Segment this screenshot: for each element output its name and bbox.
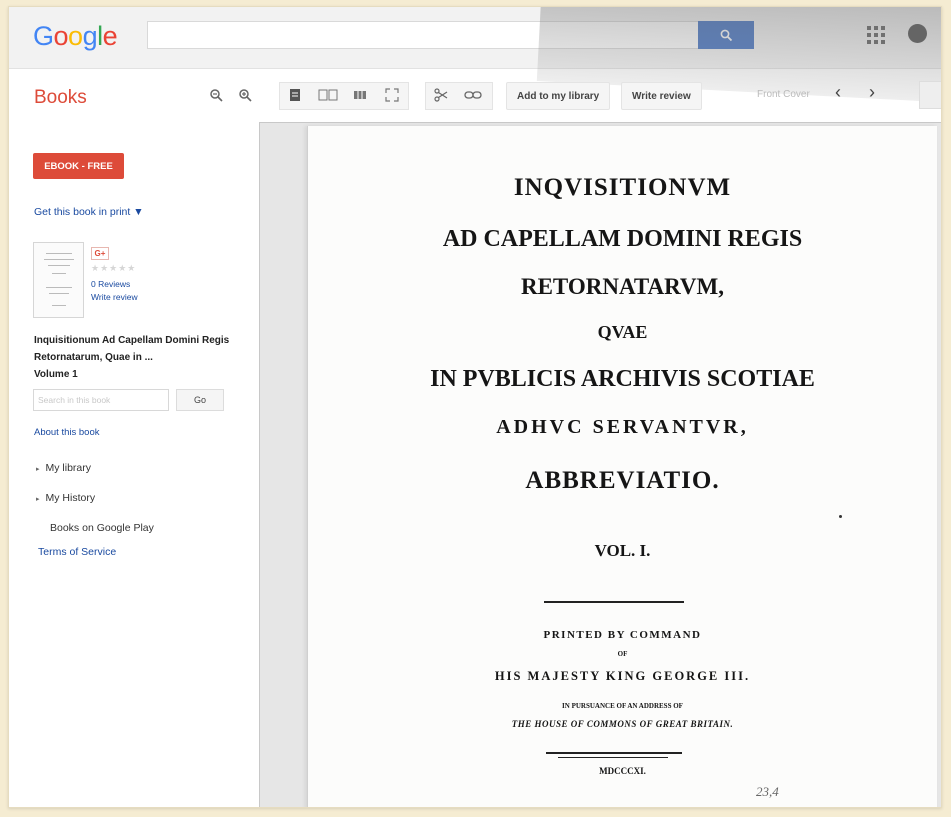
- page-title-line: INQVISITIONVM: [513, 174, 732, 201]
- logo-letter: g: [82, 21, 98, 51]
- page-title-line: AD CAPELLAM DOMINI REGIS: [442, 226, 803, 252]
- about-book-link[interactable]: About this book: [34, 427, 100, 438]
- date-line: MDCCCXI.: [599, 766, 646, 776]
- page-title-line: ABBREVIATIO.: [525, 467, 720, 494]
- page-rule: [558, 757, 668, 758]
- book-cover-thumbnail[interactable]: [33, 242, 84, 318]
- apps-grid-icon[interactable]: [867, 26, 885, 44]
- imprint-line: HIS MAJESTY KING GEORGE III.: [494, 669, 751, 683]
- sidebar-item-label: My library: [45, 462, 92, 474]
- expand-arrow-icon: ▸: [36, 496, 40, 503]
- terms-of-service-link[interactable]: Terms of Service: [38, 546, 116, 558]
- scissors-icon[interactable]: [434, 88, 448, 105]
- logo-letter: e: [102, 21, 118, 51]
- page-rule: [544, 601, 684, 603]
- imprint-line: THE HOUSE OF COMMONS OF GREAT BRITAIN.: [511, 719, 734, 729]
- thumbnail-view-icon[interactable]: [353, 88, 367, 105]
- write-review-button[interactable]: Write review: [621, 82, 702, 110]
- add-to-library-button[interactable]: Add to my library: [506, 82, 611, 110]
- search-button[interactable]: [698, 21, 754, 49]
- link-icon[interactable]: [464, 88, 482, 105]
- next-page-button[interactable]: ›: [869, 82, 875, 103]
- account-icon[interactable]: [908, 24, 927, 43]
- browser-frame: Google Books Add to my library Write rev…: [8, 6, 942, 808]
- volume-line: VOL. I.: [594, 541, 651, 560]
- rating-stars: ★★★★★: [91, 263, 137, 273]
- settings-gear-icon[interactable]: [919, 81, 941, 109]
- google-play-link[interactable]: Books on Google Play: [50, 522, 154, 534]
- books-section-title[interactable]: Books: [34, 87, 87, 109]
- zoom-in-icon[interactable]: [238, 88, 252, 105]
- zoom-out-icon[interactable]: [209, 88, 223, 105]
- page-title-line: RETORNATARVM,: [520, 274, 724, 299]
- book-title: Inquisitionum Ad Capellam Domini Regis R…: [34, 332, 234, 383]
- search-input[interactable]: [147, 21, 699, 49]
- handwritten-note: 23,4: [756, 784, 779, 799]
- write-review-link[interactable]: Write review: [91, 292, 138, 302]
- two-page-icon[interactable]: [318, 88, 338, 105]
- imprint-line: OF: [617, 650, 628, 658]
- google-plus-button[interactable]: G+: [91, 247, 109, 260]
- page-speck: [839, 515, 842, 518]
- ebook-free-button[interactable]: EBOOK - FREE: [33, 153, 124, 179]
- book-page: INQVISITIONVM AD CAPELLAM DOMINI REGIS R…: [307, 126, 937, 807]
- get-print-link[interactable]: Get this book in print ▼: [34, 206, 144, 218]
- page-title-line: QVAE: [597, 322, 648, 342]
- book-volume: Volume 1: [34, 369, 78, 380]
- search-icon: [720, 29, 732, 41]
- sidebar-item-my-history[interactable]: ▸ My History: [36, 492, 95, 504]
- google-logo[interactable]: Google: [33, 21, 118, 52]
- front-cover-label[interactable]: Front Cover: [757, 89, 810, 100]
- single-page-icon[interactable]: [289, 88, 301, 105]
- logo-letter: o: [68, 21, 83, 51]
- book-title-text: Inquisitionum Ad Capellam Domini Regis R…: [34, 335, 230, 363]
- search-in-book-input[interactable]: [33, 389, 169, 411]
- page-title-line: ADHVC SERVANTVR,: [496, 416, 749, 438]
- sidebar-item-label: My History: [45, 492, 96, 504]
- go-button[interactable]: Go: [176, 389, 224, 411]
- page-title-line: IN PVBLICIS ARCHIVIS SCOTIAE: [430, 366, 815, 392]
- imprint-line: IN PURSUANCE OF AN ADDRESS OF: [562, 702, 683, 710]
- reviews-link[interactable]: 0 Reviews: [91, 279, 130, 289]
- fullscreen-icon[interactable]: [385, 88, 399, 105]
- page-rule: [546, 752, 682, 754]
- top-bar: Google: [9, 7, 941, 69]
- imprint-line: PRINTED BY COMMAND: [543, 629, 702, 641]
- logo-letter: G: [33, 21, 54, 51]
- previous-page-button[interactable]: ‹: [835, 82, 841, 103]
- sidebar-item-my-library[interactable]: ▸ My library: [36, 462, 91, 474]
- expand-arrow-icon: ▸: [36, 466, 40, 473]
- logo-letter: o: [53, 21, 69, 51]
